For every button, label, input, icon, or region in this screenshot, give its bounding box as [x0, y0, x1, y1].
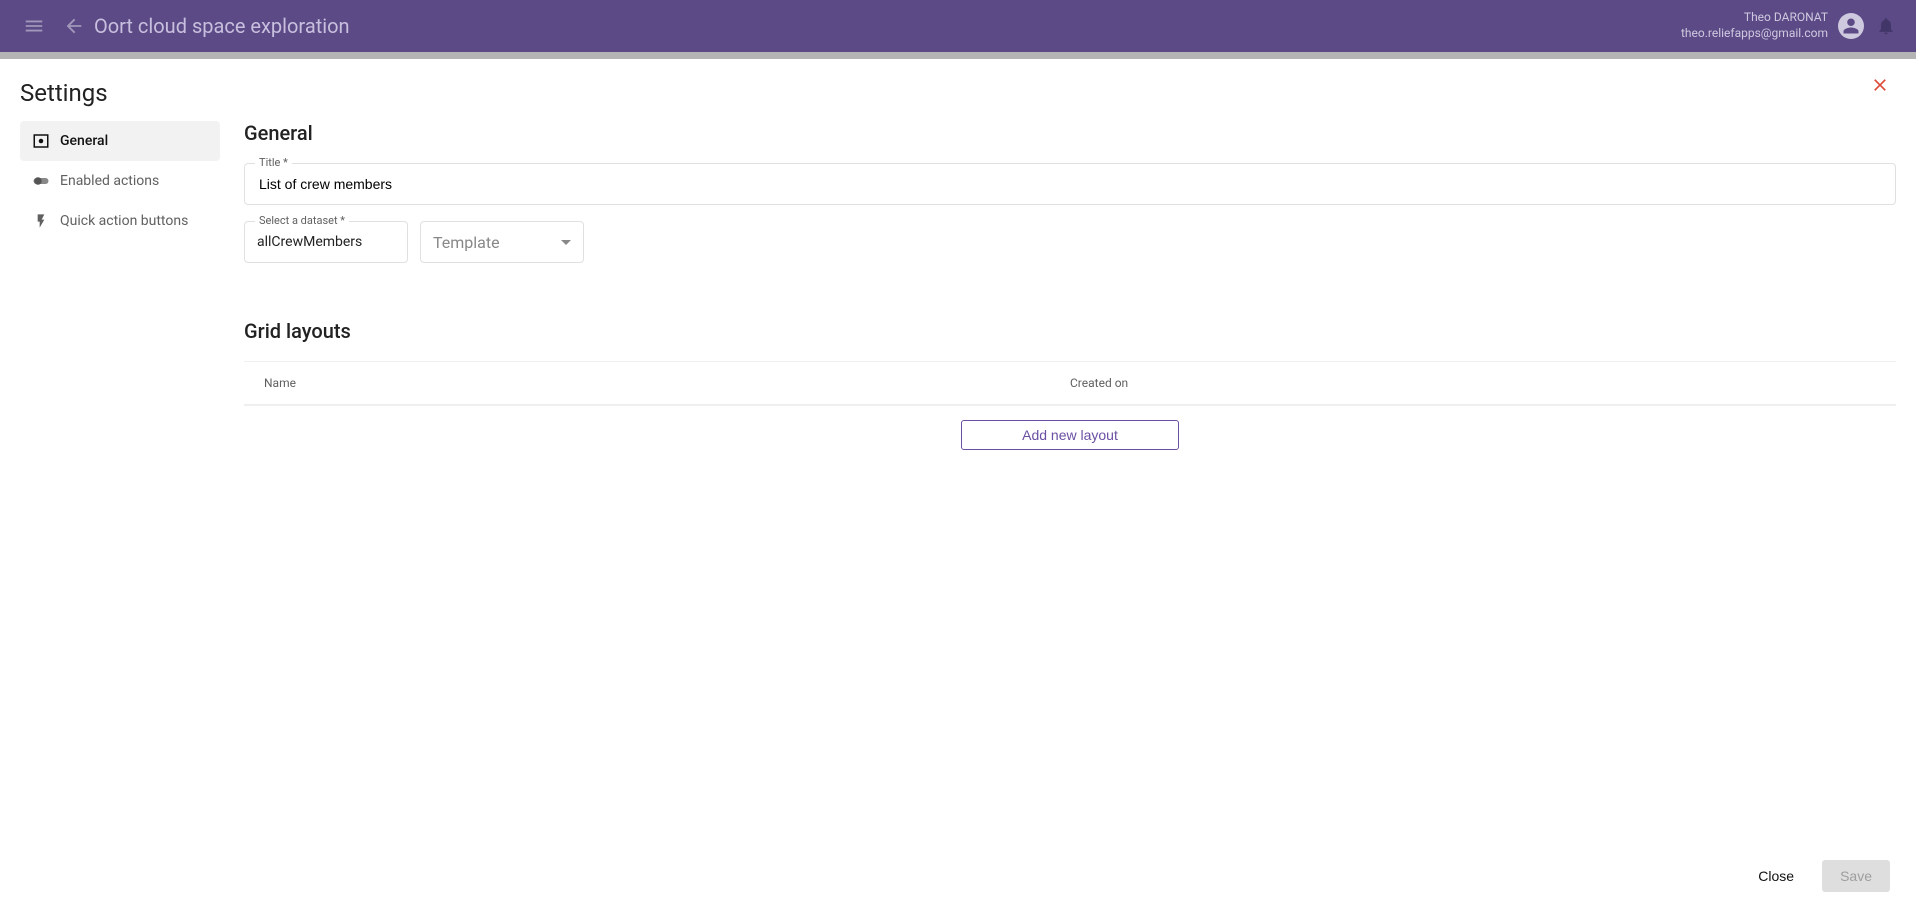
col-name: Name: [264, 376, 1070, 390]
app-bar: Oort cloud space exploration Theo DARONA…: [0, 0, 1916, 52]
preview-icon: [32, 132, 50, 150]
menu-icon[interactable]: [20, 12, 48, 40]
title-field[interactable]: Title *: [244, 163, 1896, 205]
settings-content: General Title * Select a dataset * allCr…: [220, 121, 1896, 846]
back-arrow-icon[interactable]: [60, 12, 88, 40]
avatar[interactable]: [1838, 13, 1864, 39]
layouts-table: Name Created on: [244, 361, 1896, 406]
under-bar: [0, 52, 1916, 59]
dataset-label: Select a dataset *: [255, 214, 349, 227]
title-label: Title *: [255, 156, 292, 169]
settings-sidebar: General Enabled actions Quick action but…: [20, 121, 220, 846]
section-title-grid-layouts: Grid layouts: [244, 319, 1896, 343]
title-input[interactable]: [257, 175, 1883, 193]
user-email: theo.reliefapps@gmail.com: [1681, 26, 1828, 42]
save-button[interactable]: Save: [1822, 860, 1890, 892]
table-header: Name Created on: [244, 362, 1896, 405]
dataset-value: allCrewMembers: [257, 234, 362, 250]
dialog-title: Settings: [10, 59, 1906, 121]
sidebar-item-label: Enabled actions: [60, 173, 159, 189]
template-select[interactable]: Template: [420, 221, 584, 263]
dialog-footer: Close Save: [10, 846, 1906, 906]
settings-dialog: Settings General Enabled actions Quick a: [10, 59, 1906, 906]
user-name: Theo DARONAT: [1744, 10, 1828, 26]
sidebar-item-general[interactable]: General: [20, 121, 220, 161]
sidebar-item-quick-action-buttons[interactable]: Quick action buttons: [20, 201, 220, 241]
sidebar-item-enabled-actions[interactable]: Enabled actions: [20, 161, 220, 201]
sidebar-item-label: Quick action buttons: [60, 213, 188, 229]
user-info: Theo DARONAT theo.reliefapps@gmail.com: [1681, 10, 1828, 41]
section-title-general: General: [244, 121, 1896, 145]
col-created: Created on: [1070, 376, 1876, 390]
close-button[interactable]: Close: [1746, 860, 1806, 892]
chevron-down-icon: [561, 240, 571, 245]
notifications-icon[interactable]: [1876, 16, 1896, 36]
bolt-icon: [32, 212, 50, 230]
toggle-icon: [32, 172, 50, 190]
add-new-layout-button[interactable]: Add new layout: [961, 420, 1179, 450]
close-icon[interactable]: [1868, 73, 1892, 97]
page-title: Oort cloud space exploration: [94, 14, 350, 38]
sidebar-item-label: General: [60, 133, 108, 149]
template-placeholder: Template: [433, 233, 500, 252]
dataset-field[interactable]: Select a dataset * allCrewMembers: [244, 221, 408, 263]
